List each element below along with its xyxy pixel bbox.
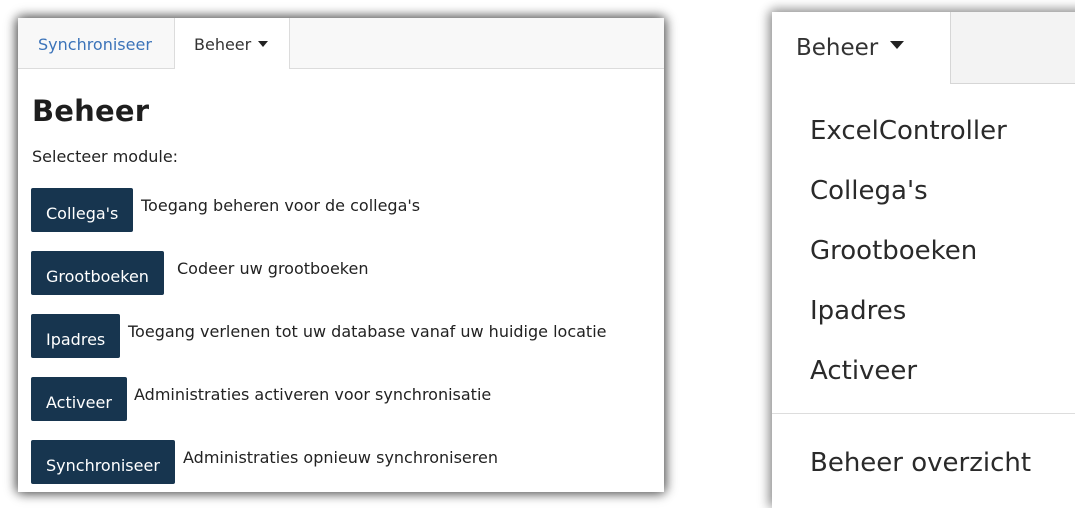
page-title: Beheer (32, 94, 150, 128)
menu-item-activeer[interactable]: Activeer (810, 356, 917, 386)
tab-synchroniseer[interactable]: Synchroniseer (38, 18, 152, 68)
dropdown-navbar: Beheer (772, 12, 1075, 84)
tab-beheer-dropdown[interactable]: Beheer (174, 18, 290, 69)
tab-beheer-dropdown-open[interactable]: Beheer (772, 12, 951, 84)
module-prompt: Selecteer module: (32, 147, 179, 166)
menu-item-excelcontroller[interactable]: ExcelController (810, 116, 1007, 146)
beheer-page-panel: Synchroniseer Beheer Beheer Selecteer mo… (18, 18, 664, 492)
menu-item-ipadres[interactable]: Ipadres (810, 296, 906, 326)
menu-divider (772, 413, 1075, 414)
menu-item-beheer-overzicht[interactable]: Beheer overzicht (810, 448, 1031, 478)
ipadres-description: Toegang verlenen tot uw database vanaf u… (128, 322, 607, 341)
synchroniseer-button[interactable]: Synchroniseer (31, 440, 175, 484)
beheer-dropdown-panel: Beheer ExcelController Collega's Grootbo… (772, 12, 1075, 508)
caret-down-icon (890, 40, 905, 49)
collegas-description: Toegang beheren voor de collega's (141, 196, 421, 215)
activeer-description: Administraties activeren voor synchronis… (134, 385, 492, 404)
menu-item-grootboeken[interactable]: Grootboeken (810, 236, 977, 266)
tab-beheer-label: Beheer (796, 35, 879, 61)
tab-beheer-label: Beheer (194, 35, 252, 54)
top-navbar: Synchroniseer Beheer (18, 18, 664, 69)
synchroniseer-description: Administraties opnieuw synchroniseren (183, 448, 498, 467)
menu-item-collegas[interactable]: Collega's (810, 176, 928, 206)
grootboeken-button[interactable]: Grootboeken (31, 251, 164, 295)
caret-down-icon (258, 40, 269, 47)
grootboeken-description: Codeer uw grootboeken (177, 259, 369, 278)
activeer-button[interactable]: Activeer (31, 377, 127, 421)
ipadres-button[interactable]: Ipadres (31, 314, 121, 358)
collegas-button[interactable]: Collega's (31, 188, 134, 232)
